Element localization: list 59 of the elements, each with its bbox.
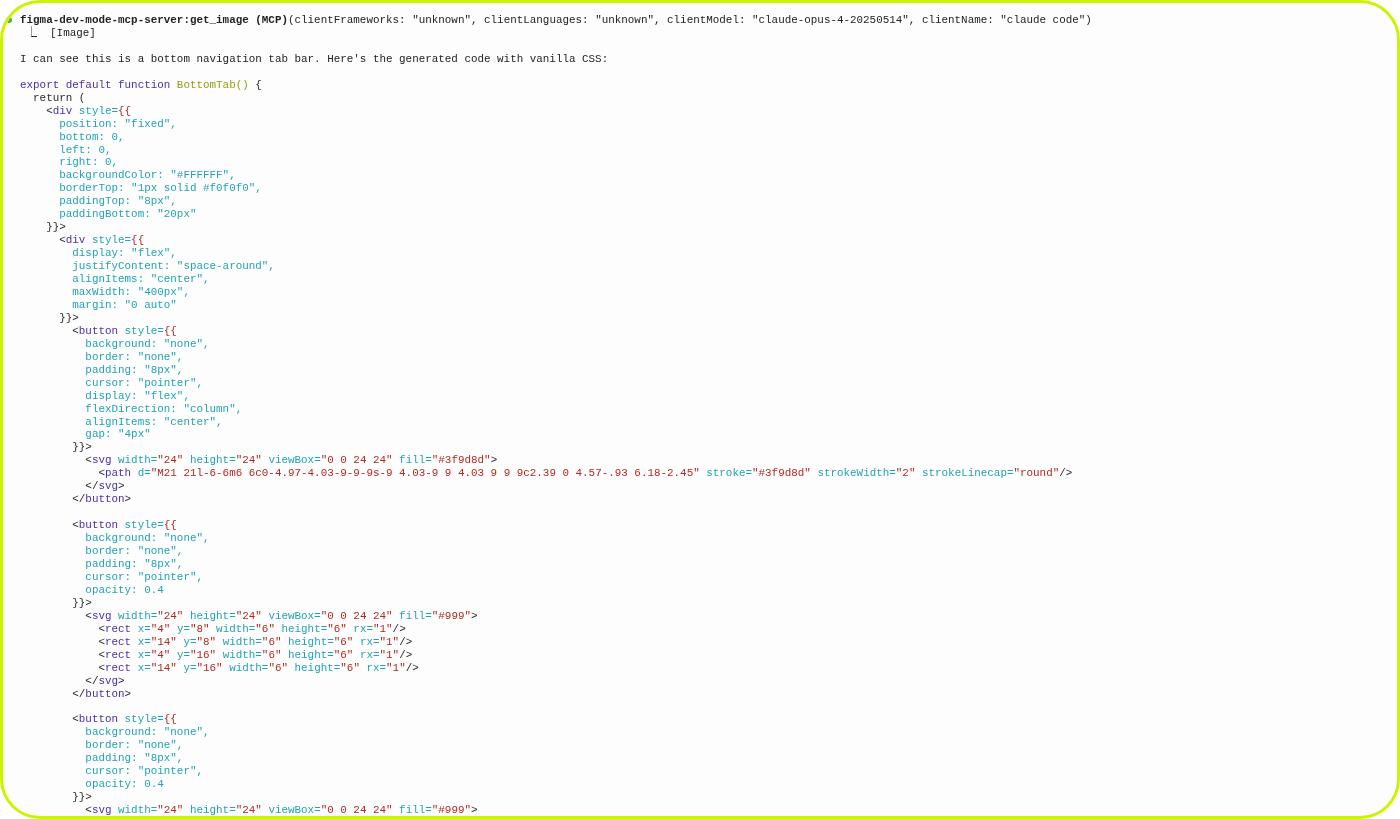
code-line: background: "none", [84, 337, 210, 351]
code-line: </button> [71, 687, 132, 701]
code-line: display: "flex", [84, 389, 190, 403]
code-line: }}> [71, 596, 92, 610]
code-line: display: "flex", [71, 247, 177, 261]
code-line: opacity: 0.4 [84, 778, 164, 792]
code-line: background: "none", [84, 532, 210, 546]
tool-result-line: ⎿ [Image] [26, 26, 96, 40]
message-text: I can see this is a bottom navigation tab bar. Here's the generated code with vanilla CSS: [20, 52, 609, 66]
status-dot-icon [6, 17, 12, 23]
code-line: <button style={{ [71, 324, 177, 338]
code-line: backgroundColor: "#FFFFFF", [58, 169, 236, 183]
code-line: }}> [58, 311, 79, 325]
code-line: border: "none", [84, 739, 184, 753]
tool-call-line: figma-dev-mode-mcp-server:get_image (MCP)(clientFrameworks: "unknown", clientLanguages: "unknown", clientModel: "claude-opus-4-20250514", clientName: "claude code") [20, 14, 1092, 27]
code-line: gap: "4px" [84, 428, 151, 442]
code-line: cursor: "pointer", [84, 765, 203, 779]
code-line: <svg width="24" height="24" viewBox="0 0 24 24" fill="#3f9d8d"> [84, 454, 498, 468]
code-line: background: "none", [84, 726, 210, 740]
code-line: border: "none", [84, 545, 184, 558]
code-line: border: "none", [84, 350, 184, 364]
code-line: }}> [45, 221, 66, 235]
code-line: bottom: 0, [58, 130, 125, 144]
code-line: }}> [71, 441, 92, 455]
code-line: return ( [32, 91, 86, 105]
code-line: cursor: "pointer", [84, 570, 203, 584]
code-line: </button> [71, 493, 132, 507]
code-line: right: 0, [58, 156, 119, 170]
code-line: <rect x="14" y="8" width="6" height="6" rx="1"/> [97, 635, 413, 649]
code-line: <button style={{ [71, 713, 177, 727]
code-line: <rect x="4" y="16" width="6" height="6" rx="1"/> [97, 648, 413, 662]
code-line: <svg width="24" height="24" viewBox="0 0 24 24" fill="#999"> [84, 609, 478, 623]
code-line: <path d="M21 21l-6-6m6 6c0-4.97-4.03-9-9-9s-9 4.03-9 9 4.03 9 9 9c2.39 0 4.57-.93 6.18-2.45" stroke="#3f9d8d" strokeWidth="2" strokeLinecap="round"/> [98, 467, 1073, 481]
code-line: position: "fixed", [58, 117, 177, 131]
code-line: }}> [71, 791, 92, 805]
code-line: <div style={{ [58, 234, 145, 248]
code-line: paddingBottom: "20px" [58, 208, 197, 222]
code-line: </svg> [84, 480, 125, 494]
code-line: justifyContent: "space-around", [71, 260, 275, 274]
code-line: <svg width="24" height="24" viewBox="0 0 24 24" fill="#999"> [84, 804, 478, 816]
code-line: opacity: 0.4 [84, 583, 164, 597]
code-line: left: 0, [58, 143, 112, 157]
code-line: maxWidth: "400px", [71, 286, 190, 299]
code-line: <div style={{ [45, 104, 132, 118]
code-line: margin: "0 auto" [71, 298, 177, 312]
code-line: alignItems: "center", [84, 415, 223, 429]
code-line: cursor: "pointer", [84, 376, 203, 390]
code-line: padding: "8px", [84, 558, 184, 571]
code-line: padding: "8px", [84, 363, 184, 377]
code-line: paddingTop: "8px", [58, 195, 177, 209]
code-line: <rect x="14" y="16" width="6" height="6" rx="1"/> [97, 661, 419, 675]
code-line: alignItems: "center", [71, 273, 210, 286]
code-line: </svg> [84, 674, 125, 688]
code-line: padding: "8px", [84, 752, 184, 766]
code-line: borderTop: "1px solid #f0f0f0", [58, 182, 262, 196]
code-line: export default function BottomTab() { [20, 78, 262, 92]
code-line: <rect x="4" y="8" width="6" height="6" rx="1"/> [97, 622, 406, 636]
code-line: <button style={{ [71, 519, 177, 533]
code-line: flexDirection: "column", [84, 402, 243, 416]
